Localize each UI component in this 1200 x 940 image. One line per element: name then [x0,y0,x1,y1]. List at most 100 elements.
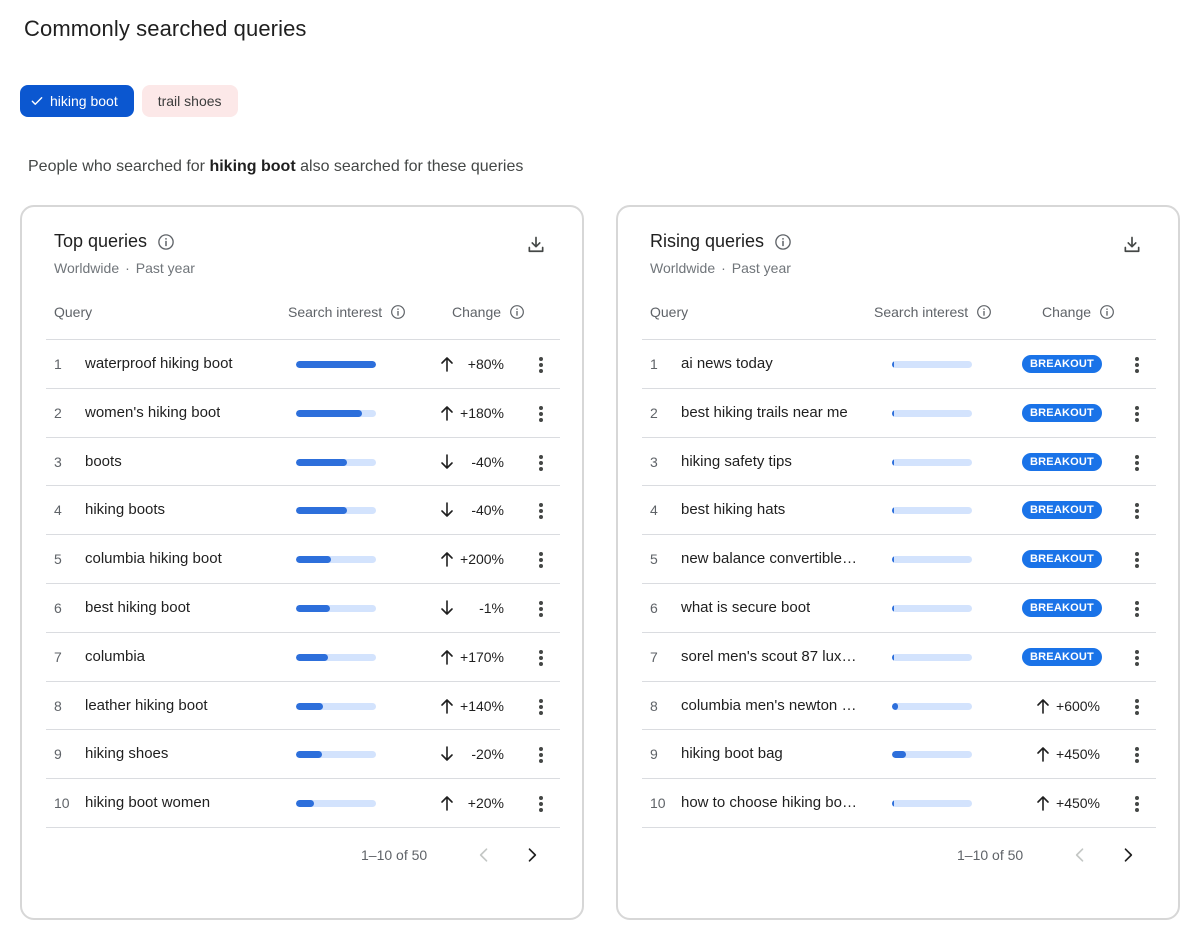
more-vert-icon[interactable] [538,356,544,374]
table-row[interactable]: 9 hiking boot bag +450% [642,730,1156,780]
search-interest-fill [892,702,899,710]
more-vert-icon[interactable] [1134,454,1140,472]
table-row[interactable]: 10 how to choose hiking boo… +450% [642,779,1156,828]
table-row[interactable]: 5 columbia hiking boot +200% [46,535,560,584]
arrow-up-icon [441,698,453,714]
query-text: waterproof hiking boot [85,355,233,372]
table-row[interactable]: 2 best hiking trails near me BREAKOUT [642,389,1156,438]
download-icon[interactable] [526,235,546,255]
info-icon[interactable] [157,233,175,251]
more-vert-icon[interactable] [1134,551,1140,569]
chevron-left-icon[interactable] [1070,845,1090,865]
meta-separator: · [125,260,130,276]
change-value: +450% [1056,746,1100,763]
change-value: -40% [471,453,504,470]
pagination-range: 1–10 of 50 [361,847,428,863]
arrow-up-icon [441,796,453,811]
search-interest-bar [296,604,376,612]
table-row[interactable]: 9 hiking shoes -20% [46,730,560,780]
search-interest-fill [296,409,362,417]
more-vert-icon[interactable] [538,698,544,716]
search-interest-bar [892,751,972,759]
search-interest-fill [296,653,328,661]
more-vert-icon[interactable] [1134,795,1140,813]
more-vert-icon[interactable] [1134,698,1140,716]
more-vert-icon[interactable] [538,454,544,472]
search-interest-fill [296,751,322,759]
chevron-right-icon[interactable] [1118,845,1138,865]
query-text: sorel men's scout 87 lux … [681,647,859,665]
chip-label: trail shoes [157,93,222,109]
more-vert-icon[interactable] [538,405,544,423]
query-table: 1 ai news today BREAKOUT 2 best hiking trail… [642,339,1156,828]
arrow-down-icon [441,502,453,518]
table-row[interactable]: 7 columbia +170% [46,633,560,682]
table-row[interactable]: 4 best hiking hats BREAKOUT [642,486,1156,536]
more-vert-icon[interactable] [1134,356,1140,374]
table-row[interactable]: 8 leather hiking boot +140% [46,682,560,731]
table-row[interactable]: 2 women's hiking boot +180% [46,389,560,438]
more-vert-icon[interactable] [538,746,544,764]
search-interest-bar [892,507,972,515]
chip-trail-shoes[interactable]: trail shoes [141,85,238,117]
search-interest-bar [892,702,972,710]
query-text: leather hiking boot [85,696,208,714]
chevron-left-icon[interactable] [474,845,494,865]
table-row[interactable]: 8 columbia men's newton ri… +600% [642,682,1156,731]
column-header-change: Change [1042,304,1115,320]
change-value: -40% [471,502,504,519]
row-rank: 8 [54,697,62,714]
search-interest-bar [892,409,972,417]
card-header: Top queries Worldwide · Past year [54,231,195,276]
chevron-right-icon[interactable] [522,845,542,865]
table-row[interactable]: 4 hiking boots -40% [46,486,560,536]
table-row[interactable]: 6 what is secure boot BREAKOUT [642,584,1156,633]
more-vert-icon[interactable] [538,502,544,520]
search-interest-bar [296,751,376,759]
period-label: Past year [731,260,791,276]
search-interest-fill [892,751,907,759]
subtitle-term: hiking boot [209,158,296,175]
change-value: +80% [467,356,504,372]
table-row[interactable]: 3 boots -40% [46,438,560,487]
search-interest-bar [892,458,972,466]
table-row[interactable]: 1 waterproof hiking boot +80% [46,340,560,389]
more-vert-icon[interactable] [1134,600,1140,618]
change-value: +450% [1056,795,1100,812]
column-label: Search interest [874,304,969,320]
more-vert-icon[interactable] [538,551,544,569]
table-row[interactable]: 7 sorel men's scout 87 lux … BREAKOUT [642,633,1156,682]
table-row[interactable]: 5 new balance convertible … BREAKOUT [642,535,1156,584]
query-text: hiking shoes [85,745,169,763]
search-interest-bar [296,507,376,515]
more-vert-icon[interactable] [538,795,544,813]
more-vert-icon[interactable] [1134,746,1140,764]
query-text: how to choose hiking boo… [681,794,859,812]
row-rank: 1 [54,356,62,372]
info-icon[interactable] [509,304,525,320]
change-value: +180% [460,404,504,421]
column-label: Query [650,304,689,320]
search-interest-bar [892,556,972,564]
breakout-badge: BREAKOUT [1022,598,1102,617]
table-row[interactable]: 10 hiking boot women +20% [46,779,560,828]
info-icon[interactable] [976,304,992,320]
more-vert-icon[interactable] [1134,502,1140,520]
query-text: ai news today [681,355,773,372]
chip-hiking-boot[interactable]: hiking boot [20,85,134,117]
info-icon[interactable] [774,233,792,251]
column-header-query: Query [650,304,688,320]
download-icon[interactable] [1122,235,1142,255]
more-vert-icon[interactable] [1134,649,1140,667]
row-rank: 4 [54,502,62,519]
more-vert-icon[interactable] [538,649,544,667]
search-interest-fill [296,458,348,466]
more-vert-icon[interactable] [538,600,544,618]
more-vert-icon[interactable] [1134,405,1140,423]
table-row[interactable]: 1 ai news today BREAKOUT [642,340,1156,389]
table-row[interactable]: 6 best hiking boot -1% [46,584,560,633]
column-header-query: Query [54,304,92,320]
info-icon[interactable] [1099,304,1115,320]
info-icon[interactable] [390,304,406,320]
table-row[interactable]: 3 hiking safety tips BREAKOUT [642,438,1156,487]
